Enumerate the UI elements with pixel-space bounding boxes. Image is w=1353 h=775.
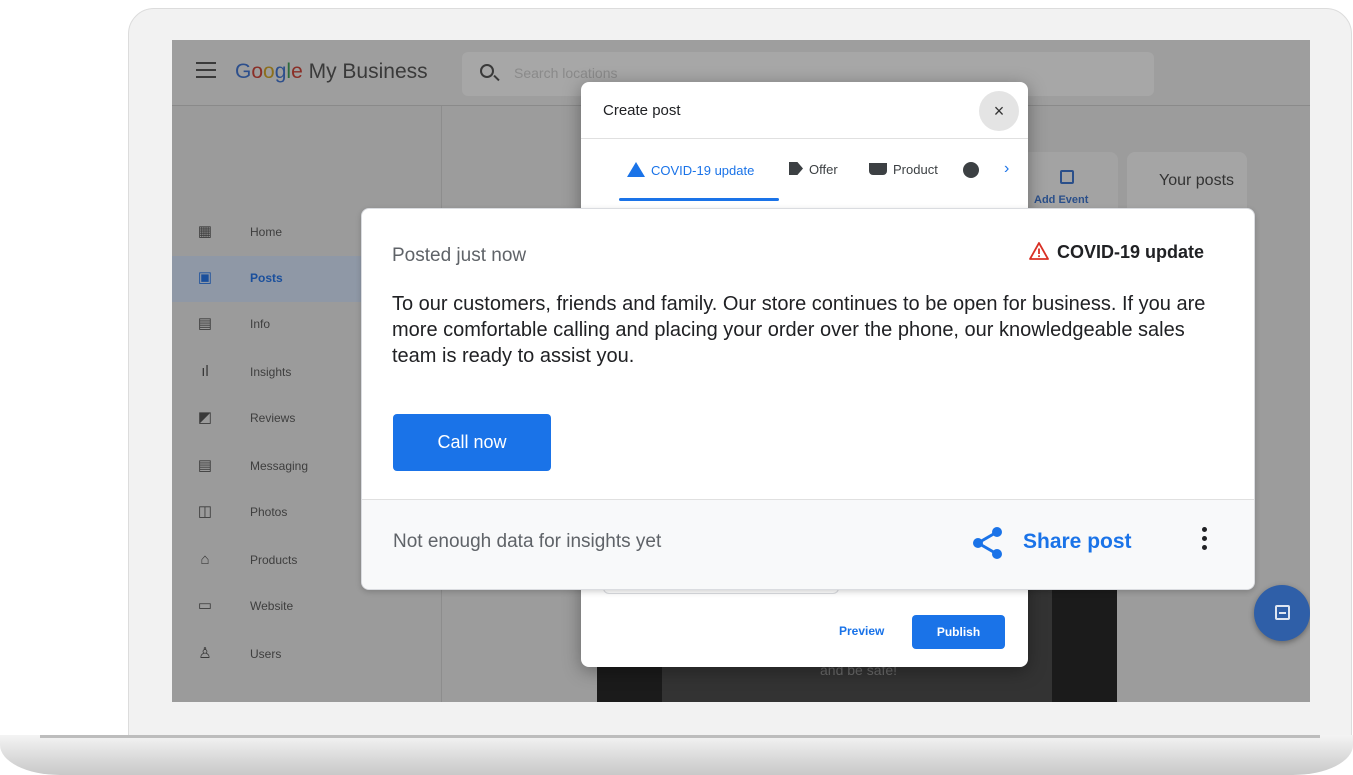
- call-now-button[interactable]: Call now: [393, 414, 551, 471]
- sidebar-item-label: Home: [250, 225, 283, 239]
- share-post-button[interactable]: Share post: [1023, 530, 1132, 554]
- create-post-fab[interactable]: [1254, 585, 1310, 641]
- divider: [581, 138, 1028, 139]
- dialog-title: Create post: [603, 102, 681, 119]
- share-icon[interactable]: [970, 525, 1006, 561]
- app-logo: Google My Business: [235, 60, 428, 83]
- sidebar-item-label: Insights: [250, 365, 292, 379]
- home-icon: ▦: [197, 223, 213, 240]
- post-card: Posted just now COVID-19 update To our c…: [361, 208, 1255, 590]
- basket-icon: [869, 163, 887, 175]
- warning-icon: [1029, 242, 1049, 260]
- reviews-icon: ◩: [197, 409, 213, 426]
- sidebar-item-label: Info: [250, 317, 271, 331]
- sidebar-item-label: Photos: [250, 505, 288, 519]
- post-body: To our customers, friends and family. Ou…: [392, 293, 1206, 367]
- search-input[interactable]: Search locations: [514, 65, 618, 81]
- messaging-icon: ▤: [197, 457, 213, 474]
- sidebar-item-label: Posts: [250, 271, 283, 285]
- insights-icon: ıl: [201, 363, 209, 380]
- tag-icon: [789, 162, 803, 175]
- laptop-hinge: [40, 735, 1320, 738]
- active-tab-indicator: [619, 198, 779, 201]
- website-icon: ▭: [197, 597, 213, 614]
- posted-status: Posted just now: [392, 245, 527, 266]
- sidebar-item-website[interactable]: ▭ Website: [172, 584, 442, 630]
- photos-icon: ◫: [197, 503, 213, 520]
- close-button[interactable]: ×: [979, 91, 1019, 131]
- products-icon: ⌂: [200, 551, 210, 568]
- tab-label: Product: [893, 162, 938, 177]
- sidebar-item-label: Messaging: [250, 459, 309, 473]
- info-icon: ▤: [197, 315, 213, 332]
- search-icon: [480, 64, 494, 78]
- your-posts-title: Your posts: [1159, 172, 1235, 189]
- add-event-label: Add Event: [1034, 194, 1089, 206]
- post-type-badge: COVID-19 update: [1029, 242, 1204, 263]
- sidebar-item-label: Users: [250, 647, 282, 661]
- sidebar-item-label: Website: [250, 599, 294, 613]
- tab-label: COVID-19 update: [651, 163, 755, 178]
- close-icon: ×: [993, 101, 1005, 121]
- event-icon[interactable]: [963, 162, 979, 178]
- laptop-base: [0, 735, 1353, 775]
- posts-icon: ▣: [197, 269, 213, 286]
- publish-button[interactable]: Publish: [912, 615, 1005, 649]
- insights-status: Not enough data for insights yet: [393, 531, 662, 552]
- sidebar-item-label: Products: [250, 553, 298, 567]
- calendar-icon: [1060, 170, 1074, 184]
- menu-icon[interactable]: [196, 62, 216, 78]
- posts-icon: [1275, 605, 1290, 620]
- stage: Google My Business Search locations ▦ Ho…: [0, 0, 1353, 775]
- users-icon: ♙: [198, 645, 212, 662]
- more-options-icon[interactable]: [1202, 527, 1208, 555]
- sidebar-item-users[interactable]: ♙ Users: [172, 632, 442, 678]
- tab-offer[interactable]: Offer: [789, 162, 838, 177]
- tab-product[interactable]: Product: [869, 162, 938, 177]
- badge-label: COVID-19 update: [1057, 242, 1205, 262]
- warning-icon: [627, 162, 645, 177]
- divider: [362, 499, 1254, 500]
- preview-button[interactable]: Preview: [839, 624, 884, 638]
- tab-label: Offer: [809, 162, 838, 177]
- tab-covid-update[interactable]: COVID-19 update: [627, 162, 754, 178]
- chevron-right-icon[interactable]: ›: [1004, 160, 1009, 178]
- sidebar-item-label: Reviews: [250, 411, 296, 425]
